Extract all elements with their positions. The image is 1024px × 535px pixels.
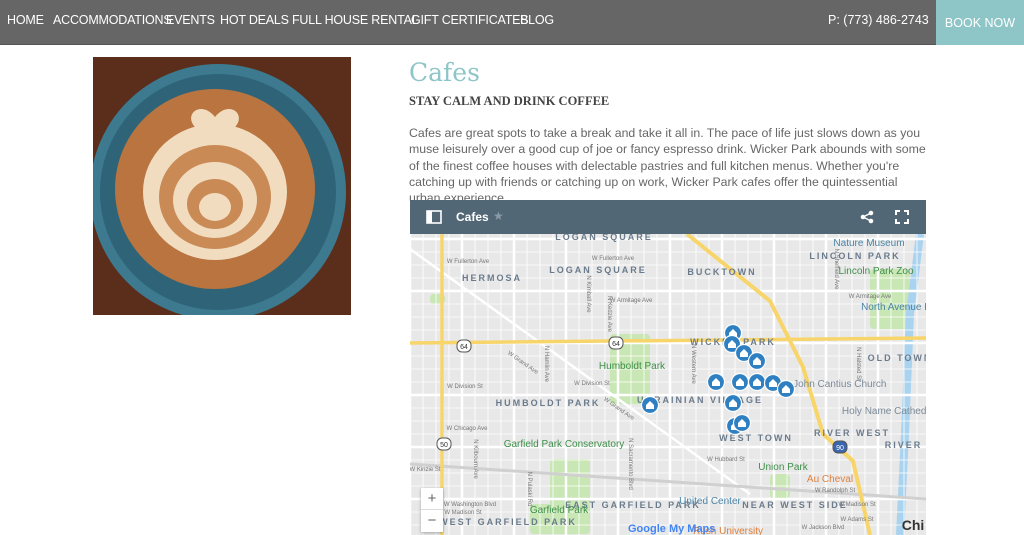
map-label: Garfield Park xyxy=(530,505,589,516)
map-label: North Avenue B xyxy=(861,302,926,313)
zoom-controls: + − xyxy=(421,488,443,532)
map-label: Chi xyxy=(902,517,925,533)
map-label: Lincoln Park Zoo xyxy=(838,266,913,277)
map-label: HERMOSA xyxy=(462,273,522,283)
phone-number[interactable]: P: (773) 486-2743 xyxy=(828,13,929,27)
star-icon[interactable]: ★ xyxy=(493,209,504,223)
map-label: W Grand Ave xyxy=(506,351,539,377)
map-label: NEAR WEST SIDE xyxy=(742,500,848,510)
map-label: RIVER WEST xyxy=(814,428,890,438)
map-label: 90 xyxy=(836,445,844,452)
map-label: Union Park xyxy=(758,462,808,473)
nav-full-house-rental[interactable]: FULL HOUSE RENTAL xyxy=(292,13,419,27)
nav-home[interactable]: HOME xyxy=(7,13,44,27)
map-label: Garfield Park Conservatory xyxy=(504,439,625,450)
map-label: W Kinzie St xyxy=(410,467,441,473)
zoom-in-button[interactable]: + xyxy=(421,488,443,510)
map-label: W Randolph St xyxy=(815,488,856,494)
nav-blog[interactable]: BLOG xyxy=(520,13,554,27)
embedded-map[interactable]: Cafes ★ LOGAN SQUARE HERMOSA LOGAN SQUARE B… xyxy=(410,200,926,535)
map-header: Cafes ★ xyxy=(410,200,926,234)
map-label: LINCOLN PARK xyxy=(809,251,900,261)
fullscreen-icon[interactable] xyxy=(895,210,909,224)
sidebar-toggle-icon[interactable] xyxy=(426,210,442,224)
page-subtitle: STAY CALM AND DRINK COFFEE xyxy=(409,94,610,108)
map-label: W Armitage Ave xyxy=(849,294,892,300)
map-label: W Division St xyxy=(574,381,610,387)
map-label: W Hubbard St xyxy=(707,457,745,463)
top-nav: HOME ACCOMMODATIONS EVENTS HOT DEALS FUL… xyxy=(0,0,1024,45)
map-label: Au Cheval xyxy=(807,474,853,485)
map-label: WEST GARFIELD PARK xyxy=(439,517,577,527)
map-label: W Adams St xyxy=(840,517,873,523)
map-label: N Sheffield Ave xyxy=(833,249,839,290)
map-label: BUCKTOWN xyxy=(687,267,756,277)
map-label: W Madison St xyxy=(838,502,876,508)
map-label: W Washington Blvd xyxy=(444,502,496,508)
nav-hot-deals[interactable]: HOT DEALS xyxy=(220,13,289,27)
map-label: LOGAN SQUARE xyxy=(549,265,647,275)
map-label: 64 xyxy=(612,341,620,348)
map-label: N Western Ave xyxy=(690,344,696,384)
map-label: W Madison St xyxy=(444,510,482,516)
map-label: HUMBOLDT PARK xyxy=(496,398,601,408)
page-title: Cafes xyxy=(409,58,480,87)
map-label: N Kimball Ave xyxy=(585,275,591,313)
zoom-out-button[interactable]: − xyxy=(421,510,443,531)
map-label: W Jackson Blvd xyxy=(802,525,845,531)
nav-accommodations[interactable]: ACCOMMODATIONS xyxy=(53,13,172,27)
map-label: W Chicago Ave xyxy=(447,426,489,432)
map-label: 64 xyxy=(460,344,468,351)
nav-events[interactable]: EVENTS xyxy=(166,13,215,27)
map-label: 50 xyxy=(440,442,448,449)
map-label: N Kedzie Ave xyxy=(606,296,612,333)
map-label: WEST TOWN xyxy=(719,433,793,443)
map-label: N Pulaski Rd xyxy=(526,472,532,507)
map-label: N Kilbourn Ave xyxy=(472,439,478,479)
map-label: OLD TOWN xyxy=(868,353,926,363)
map-label: Nature Museum xyxy=(833,238,904,249)
map-title: Cafes xyxy=(456,210,489,224)
map-label: Humboldt Park xyxy=(599,361,666,372)
map-canvas[interactable]: LOGAN SQUARE HERMOSA LOGAN SQUARE BUCKTOWN L… xyxy=(410,232,926,535)
share-icon[interactable] xyxy=(860,210,874,224)
map-label: United Center xyxy=(679,496,741,507)
page-description: Cafes are great spots to take a break an… xyxy=(409,126,926,206)
map-label: W Fullerton Ave xyxy=(447,259,490,265)
map-label: N Halsted St xyxy=(855,347,861,381)
map-label: RIVER N xyxy=(885,440,926,450)
google-attribution: Google My Maps xyxy=(628,523,715,535)
map-label: N Sacramento Blvd xyxy=(627,438,633,490)
map-label: W Division St xyxy=(447,384,483,390)
latte-art-photo xyxy=(93,57,351,315)
map-label: Holy Name Cathedral Pari xyxy=(842,406,926,417)
map-label: LOGAN SQUARE xyxy=(555,234,653,242)
map-label: W Armitage Ave xyxy=(610,298,653,304)
book-now-button[interactable]: BOOK NOW xyxy=(936,0,1024,45)
nav-gift-certificates[interactable]: GIFT CERTIFICATES xyxy=(411,13,529,27)
map-label: W Fullerton Ave xyxy=(592,256,635,262)
map-label: N Hamlin Ave xyxy=(543,346,549,383)
